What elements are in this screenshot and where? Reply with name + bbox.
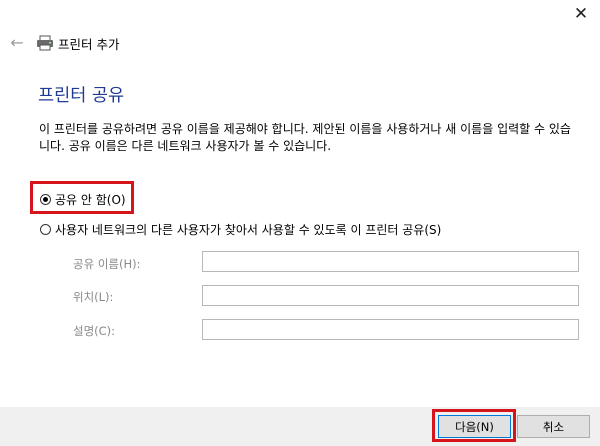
comment-label: 설명(C): xyxy=(73,324,116,338)
radio-share-printer[interactable]: 사용자 네트워크의 다른 사용자가 찾아서 사용할 수 있도록 이 프린터 공유… xyxy=(40,221,441,238)
wizard-title: 프린터 추가 xyxy=(58,37,120,52)
location-input[interactable] xyxy=(202,285,579,306)
location-label: 위치(L): xyxy=(73,290,114,304)
highlight-box-do-not-share xyxy=(30,181,134,214)
back-arrow-icon: ← xyxy=(10,32,24,52)
radio-share-printer-label: 사용자 네트워크의 다른 사용자가 찾아서 사용할 수 있도록 이 프린터 공유… xyxy=(55,223,442,237)
page-heading: 프린터 공유 xyxy=(38,86,125,106)
printer-icon xyxy=(37,35,53,51)
description-text: 이 프린터를 공유하려면 공유 이름을 제공해야 합니다. 제안된 이름을 사용… xyxy=(39,122,571,153)
back-button[interactable]: ← xyxy=(8,32,26,52)
highlight-box-next xyxy=(432,409,516,442)
close-icon: ✕ xyxy=(573,4,589,24)
cancel-button[interactable]: 취소 xyxy=(517,415,590,438)
close-button[interactable]: ✕ xyxy=(566,2,596,26)
share-name-input[interactable] xyxy=(202,251,579,272)
comment-input[interactable] xyxy=(202,319,579,340)
share-name-label: 공유 이름(H): xyxy=(73,257,141,271)
radio-button-unselected[interactable] xyxy=(40,224,51,235)
